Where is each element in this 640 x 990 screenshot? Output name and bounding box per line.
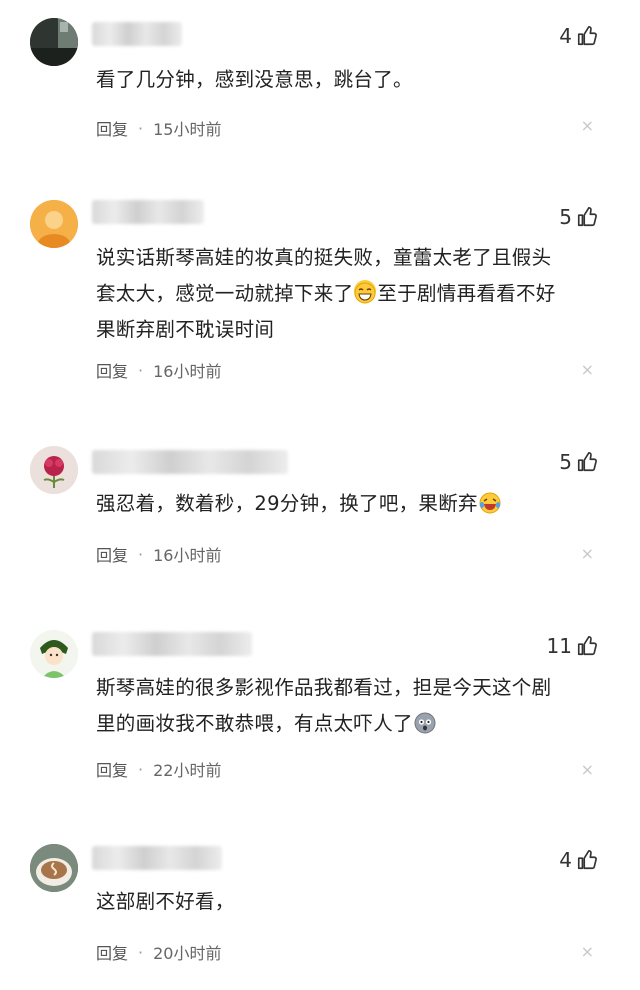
close-icon[interactable]: × bbox=[581, 544, 594, 563]
comment-line: 果断弃剧不耽误时间 bbox=[96, 318, 275, 341]
comment-line: 套太大，感觉一动就掉下来了 至于剧情再看看不好 bbox=[96, 276, 606, 312]
like-count: 4 bbox=[559, 848, 572, 872]
comment-text: 说实话斯琴高娃的妆真的挺失败，童蕾太老了且假头 套太大，感觉一动就掉下来了 至于剧… bbox=[96, 240, 606, 348]
timestamp: 22小时前 bbox=[153, 761, 222, 780]
thumb-up-icon bbox=[577, 850, 597, 870]
avatar[interactable] bbox=[30, 446, 78, 494]
close-icon[interactable]: × bbox=[581, 760, 594, 779]
comment-line: 看了几分钟，感到没意思，跳台了。 bbox=[96, 68, 413, 91]
comment-line: 说实话斯琴高娃的妆真的挺失败，童蕾太老了且假头 bbox=[96, 246, 552, 269]
avatar[interactable] bbox=[30, 844, 78, 892]
separator-dot: · bbox=[138, 360, 144, 380]
reply-button[interactable]: 回复 bbox=[96, 116, 128, 140]
grin-emoji-icon bbox=[354, 280, 377, 304]
reply-button[interactable]: 回复 bbox=[96, 358, 128, 382]
like-button[interactable]: 5 bbox=[559, 205, 598, 229]
comment-line: 这部剧不好看， bbox=[96, 890, 235, 913]
timestamp: 16小时前 bbox=[153, 362, 222, 381]
thumb-up-icon bbox=[577, 26, 597, 46]
comment-meta: 回复 · 15小时前 bbox=[96, 116, 221, 140]
separator-dot: · bbox=[138, 118, 144, 138]
like-count: 4 bbox=[559, 24, 572, 48]
comment-meta: 回复 · 22小时前 bbox=[96, 757, 221, 781]
timestamp: 15小时前 bbox=[153, 120, 222, 139]
avatar[interactable] bbox=[30, 630, 78, 678]
like-button[interactable]: 4 bbox=[559, 848, 598, 872]
thumb-up-icon bbox=[577, 636, 597, 656]
comment-text: 斯琴高娃的很多影视作品我都看过，担是今天这个剧 里的画妆我不敢恭喂，有点太吓人了 bbox=[96, 670, 606, 742]
comment-meta: 回复 · 16小时前 bbox=[96, 358, 221, 382]
like-button[interactable]: 5 bbox=[559, 450, 598, 474]
username-blurred[interactable] bbox=[92, 846, 222, 870]
like-count: 5 bbox=[559, 450, 572, 474]
like-count: 5 bbox=[559, 205, 572, 229]
comment-line-part: 套太大，感觉一动就掉下来了 bbox=[96, 282, 354, 305]
like-button[interactable]: 11 bbox=[547, 634, 598, 658]
like-button[interactable]: 4 bbox=[559, 24, 598, 48]
timestamp: 16小时前 bbox=[153, 546, 222, 565]
comment-line-part: 至于剧情再看看不好 bbox=[377, 282, 556, 305]
separator-dot: · bbox=[138, 544, 144, 564]
comment-text: 看了几分钟，感到没意思，跳台了。 bbox=[96, 62, 606, 98]
username-blurred[interactable] bbox=[92, 450, 288, 474]
avatar[interactable] bbox=[30, 200, 78, 248]
comment-line-part: 里的画妆我不敢恭喂，有点太吓人了 bbox=[96, 712, 413, 735]
separator-dot: · bbox=[138, 942, 144, 962]
username-blurred[interactable] bbox=[92, 200, 204, 224]
comment-line: 斯琴高娃的很多影视作品我都看过，担是今天这个剧 bbox=[96, 676, 552, 699]
thumb-up-icon bbox=[577, 452, 597, 472]
like-count: 11 bbox=[546, 634, 572, 658]
username-blurred[interactable] bbox=[92, 632, 252, 656]
username-blurred[interactable] bbox=[92, 22, 182, 46]
reply-button[interactable]: 回复 bbox=[96, 542, 128, 566]
laugh-cry-emoji-icon bbox=[479, 490, 501, 514]
reply-button[interactable]: 回复 bbox=[96, 757, 128, 781]
close-icon[interactable]: × bbox=[581, 116, 594, 135]
avatar[interactable] bbox=[30, 18, 78, 66]
close-icon[interactable]: × bbox=[581, 942, 594, 961]
close-icon[interactable]: × bbox=[581, 360, 594, 379]
comment-text: 强忍着，数着秒，29分钟，换了吧，果断弃 bbox=[96, 486, 606, 522]
comment-meta: 回复 · 16小时前 bbox=[96, 542, 221, 566]
timestamp: 20小时前 bbox=[153, 944, 222, 963]
comment-line: 里的画妆我不敢恭喂，有点太吓人了 bbox=[96, 706, 606, 742]
comment-meta: 回复 · 20小时前 bbox=[96, 940, 221, 964]
ghost-emoji-icon bbox=[414, 710, 436, 734]
reply-button[interactable]: 回复 bbox=[96, 940, 128, 964]
comment-text: 这部剧不好看， bbox=[96, 884, 606, 920]
thumb-up-icon bbox=[577, 207, 597, 227]
separator-dot: · bbox=[138, 759, 144, 779]
comment-line: 强忍着，数着秒，29分钟，换了吧，果断弃 bbox=[96, 492, 478, 515]
